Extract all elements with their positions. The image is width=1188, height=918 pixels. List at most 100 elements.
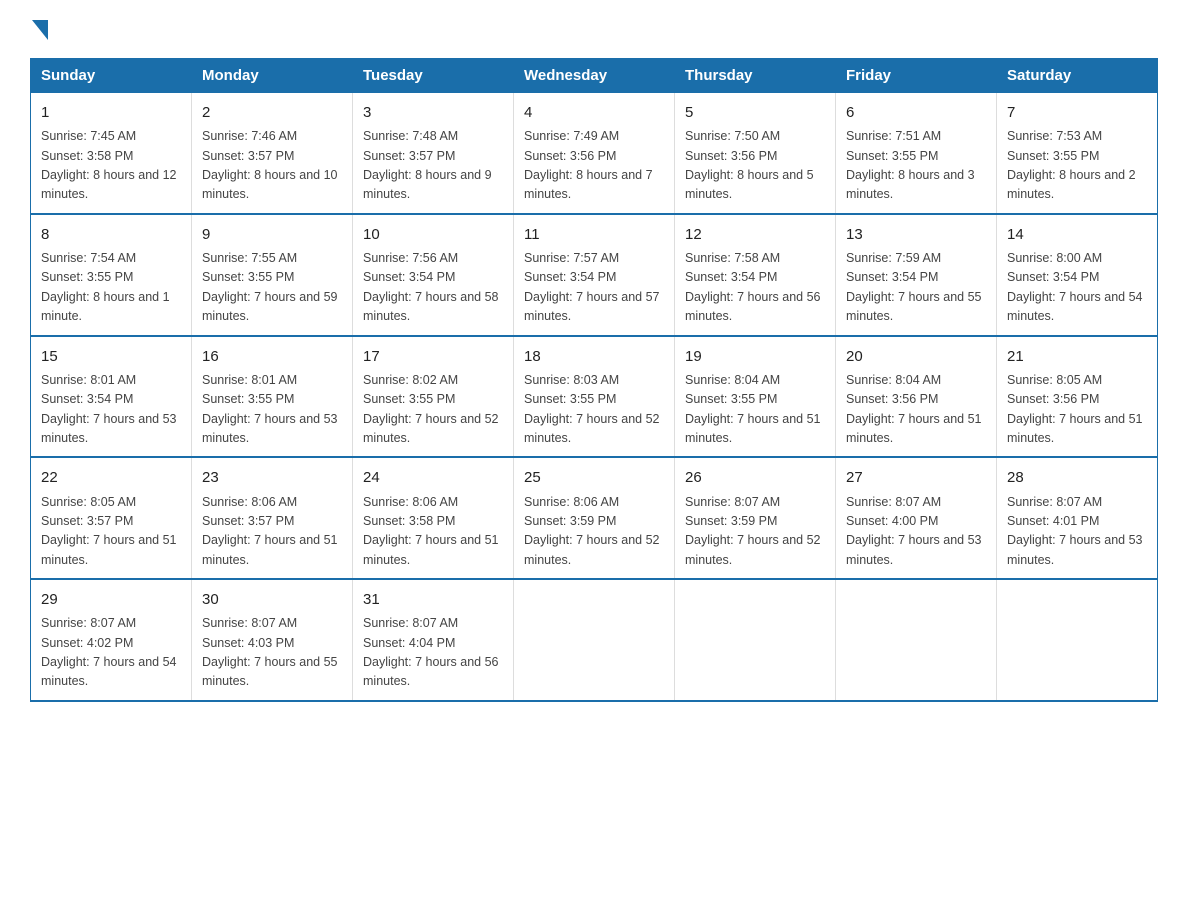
calendar-cell: 22 Sunrise: 8:05 AMSunset: 3:57 PMDayligh… (31, 457, 192, 579)
day-info: Sunrise: 7:49 AMSunset: 3:56 PMDaylight:… (524, 127, 664, 205)
calendar-cell: 17 Sunrise: 8:02 AMSunset: 3:55 PMDayligh… (353, 336, 514, 458)
day-info: Sunrise: 8:05 AMSunset: 3:56 PMDaylight:… (1007, 371, 1147, 449)
calendar-cell: 12 Sunrise: 7:58 AMSunset: 3:54 PMDayligh… (675, 214, 836, 336)
week-row-4: 22 Sunrise: 8:05 AMSunset: 3:57 PMDayligh… (31, 457, 1158, 579)
day-info: Sunrise: 8:07 AMSunset: 4:03 PMDaylight:… (202, 614, 342, 692)
column-header-wednesday: Wednesday (514, 59, 675, 93)
calendar-cell: 31 Sunrise: 8:07 AMSunset: 4:04 PMDayligh… (353, 579, 514, 701)
day-number: 9 (202, 223, 342, 246)
day-number: 23 (202, 466, 342, 489)
calendar-cell: 4Sunrise: 7:49 AMSunset: 3:56 PMDaylight… (514, 93, 675, 214)
calendar-cell: 28Sunrise: 8:07 AMSunset: 4:01 PMDayligh… (997, 457, 1158, 579)
column-header-monday: Monday (192, 59, 353, 93)
day-number: 30 (202, 588, 342, 611)
calendar-cell: 23 Sunrise: 8:06 AMSunset: 3:57 PMDayligh… (192, 457, 353, 579)
calendar-table: SundayMondayTuesdayWednesdayThursdayFrid… (30, 58, 1158, 702)
day-info: Sunrise: 7:45 AMSunset: 3:58 PMDaylight:… (41, 127, 181, 205)
day-number: 20 (846, 345, 986, 368)
day-number: 28 (1007, 466, 1147, 489)
day-number: 5 (685, 101, 825, 124)
day-info: Sunrise: 8:04 AMSunset: 3:55 PMDaylight:… (685, 371, 825, 449)
day-info: Sunrise: 8:06 AMSunset: 3:58 PMDaylight:… (363, 493, 503, 571)
day-info: Sunrise: 8:01 AMSunset: 3:55 PMDaylight:… (202, 371, 342, 449)
day-number: 6 (846, 101, 986, 124)
calendar-cell: 15Sunrise: 8:01 AMSunset: 3:54 PMDayligh… (31, 336, 192, 458)
week-row-2: 8 Sunrise: 7:54 AMSunset: 3:55 PMDaylight… (31, 214, 1158, 336)
column-header-friday: Friday (836, 59, 997, 93)
logo (30, 20, 50, 40)
day-number: 22 (41, 466, 181, 489)
day-info: Sunrise: 8:06 AMSunset: 3:59 PMDaylight:… (524, 493, 664, 571)
day-number: 10 (363, 223, 503, 246)
day-number: 21 (1007, 345, 1147, 368)
day-info: Sunrise: 8:00 AMSunset: 3:54 PMDaylight:… (1007, 249, 1147, 327)
calendar-cell: 27 Sunrise: 8:07 AMSunset: 4:00 PMDayligh… (836, 457, 997, 579)
day-info: Sunrise: 8:07 AMSunset: 4:00 PMDaylight:… (846, 493, 986, 571)
calendar-cell: 8 Sunrise: 7:54 AMSunset: 3:55 PMDaylight… (31, 214, 192, 336)
day-info: Sunrise: 8:07 AMSunset: 3:59 PMDaylight:… (685, 493, 825, 571)
day-number: 7 (1007, 101, 1147, 124)
calendar-cell: 30 Sunrise: 8:07 AMSunset: 4:03 PMDayligh… (192, 579, 353, 701)
calendar-header: SundayMondayTuesdayWednesdayThursdayFrid… (31, 59, 1158, 93)
column-header-thursday: Thursday (675, 59, 836, 93)
calendar-cell: 20 Sunrise: 8:04 AMSunset: 3:56 PMDayligh… (836, 336, 997, 458)
day-number: 31 (363, 588, 503, 611)
calendar-cell: 26Sunrise: 8:07 AMSunset: 3:59 PMDayligh… (675, 457, 836, 579)
day-info: Sunrise: 7:55 AMSunset: 3:55 PMDaylight:… (202, 249, 342, 327)
day-info: Sunrise: 8:01 AMSunset: 3:54 PMDaylight:… (41, 371, 181, 449)
day-info: Sunrise: 8:06 AMSunset: 3:57 PMDaylight:… (202, 493, 342, 571)
column-header-saturday: Saturday (997, 59, 1158, 93)
day-number: 18 (524, 345, 664, 368)
column-header-tuesday: Tuesday (353, 59, 514, 93)
calendar-body: 1 Sunrise: 7:45 AMSunset: 3:58 PMDaylight… (31, 93, 1158, 701)
calendar-cell: 25 Sunrise: 8:06 AMSunset: 3:59 PMDayligh… (514, 457, 675, 579)
calendar-cell: 16 Sunrise: 8:01 AMSunset: 3:55 PMDayligh… (192, 336, 353, 458)
calendar-cell: 14 Sunrise: 8:00 AMSunset: 3:54 PMDayligh… (997, 214, 1158, 336)
calendar-cell: 5 Sunrise: 7:50 AMSunset: 3:56 PMDaylight… (675, 93, 836, 214)
calendar-cell: 13 Sunrise: 7:59 AMSunset: 3:54 PMDayligh… (836, 214, 997, 336)
day-info: Sunrise: 7:59 AMSunset: 3:54 PMDaylight:… (846, 249, 986, 327)
calendar-cell: 6Sunrise: 7:51 AMSunset: 3:55 PMDaylight… (836, 93, 997, 214)
day-info: Sunrise: 7:58 AMSunset: 3:54 PMDaylight:… (685, 249, 825, 327)
day-info: Sunrise: 7:57 AMSunset: 3:54 PMDaylight:… (524, 249, 664, 327)
calendar-cell (997, 579, 1158, 701)
day-number: 2 (202, 101, 342, 124)
logo-triangle-icon (32, 20, 48, 40)
day-number: 13 (846, 223, 986, 246)
day-info: Sunrise: 8:02 AMSunset: 3:55 PMDaylight:… (363, 371, 503, 449)
day-info: Sunrise: 7:53 AMSunset: 3:55 PMDaylight:… (1007, 127, 1147, 205)
day-number: 8 (41, 223, 181, 246)
day-info: Sunrise: 7:48 AMSunset: 3:57 PMDaylight:… (363, 127, 503, 205)
calendar-cell: 11Sunrise: 7:57 AMSunset: 3:54 PMDayligh… (514, 214, 675, 336)
calendar-cell (836, 579, 997, 701)
calendar-cell: 7 Sunrise: 7:53 AMSunset: 3:55 PMDaylight… (997, 93, 1158, 214)
calendar-cell (514, 579, 675, 701)
calendar-cell: 2 Sunrise: 7:46 AMSunset: 3:57 PMDaylight… (192, 93, 353, 214)
calendar-cell: 24 Sunrise: 8:06 AMSunset: 3:58 PMDayligh… (353, 457, 514, 579)
day-number: 29 (41, 588, 181, 611)
day-number: 25 (524, 466, 664, 489)
calendar-cell: 9 Sunrise: 7:55 AMSunset: 3:55 PMDaylight… (192, 214, 353, 336)
day-info: Sunrise: 7:54 AMSunset: 3:55 PMDaylight:… (41, 249, 181, 327)
calendar-cell: 18Sunrise: 8:03 AMSunset: 3:55 PMDayligh… (514, 336, 675, 458)
day-info: Sunrise: 7:50 AMSunset: 3:56 PMDaylight:… (685, 127, 825, 205)
day-number: 24 (363, 466, 503, 489)
day-number: 1 (41, 101, 181, 124)
day-info: Sunrise: 8:07 AMSunset: 4:04 PMDaylight:… (363, 614, 503, 692)
day-number: 17 (363, 345, 503, 368)
day-number: 14 (1007, 223, 1147, 246)
day-info: Sunrise: 7:46 AMSunset: 3:57 PMDaylight:… (202, 127, 342, 205)
week-row-5: 29 Sunrise: 8:07 AMSunset: 4:02 PMDayligh… (31, 579, 1158, 701)
day-info: Sunrise: 8:07 AMSunset: 4:02 PMDaylight:… (41, 614, 181, 692)
day-number: 27 (846, 466, 986, 489)
day-info: Sunrise: 8:05 AMSunset: 3:57 PMDaylight:… (41, 493, 181, 571)
day-number: 12 (685, 223, 825, 246)
day-info: Sunrise: 8:04 AMSunset: 3:56 PMDaylight:… (846, 371, 986, 449)
calendar-cell: 3Sunrise: 7:48 AMSunset: 3:57 PMDaylight… (353, 93, 514, 214)
week-row-1: 1 Sunrise: 7:45 AMSunset: 3:58 PMDaylight… (31, 93, 1158, 214)
calendar-cell: 1 Sunrise: 7:45 AMSunset: 3:58 PMDaylight… (31, 93, 192, 214)
page-header (30, 20, 1158, 40)
calendar-cell: 29 Sunrise: 8:07 AMSunset: 4:02 PMDayligh… (31, 579, 192, 701)
day-number: 16 (202, 345, 342, 368)
column-header-sunday: Sunday (31, 59, 192, 93)
